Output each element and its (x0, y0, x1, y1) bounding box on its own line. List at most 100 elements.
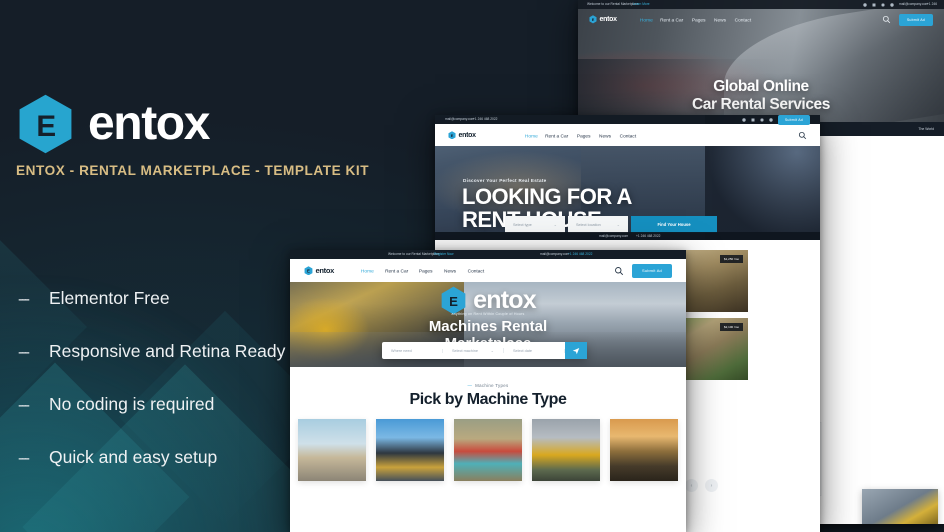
instagram-icon[interactable] (760, 118, 764, 122)
feature-item: --- Responsive and Retina Ready (18, 341, 285, 394)
car-topbar-welcome: Welcome to our Rental Marketplace (587, 2, 639, 7)
machines-header-overlay: Welcome to our Rental Marketplace Regist… (290, 250, 686, 282)
machines-search-button[interactable] (565, 342, 587, 359)
machines-nav-wordmark: entox (315, 266, 335, 275)
machines-topbar-phone[interactable]: +1 246 468 2022 (568, 253, 592, 257)
car-hero: Welcome to our Rental Marketplace Learn … (578, 0, 944, 122)
hexagon-e-logo-icon: E (448, 130, 456, 140)
carousel-prev-button[interactable]: ‹ (685, 479, 698, 492)
house-type-select[interactable]: Select type ⌄ (505, 216, 565, 233)
chevron-down-icon: ⌄ (553, 222, 557, 227)
pinterest-icon[interactable] (769, 117, 773, 122)
machines-nav-link-contact[interactable]: Contact (468, 268, 485, 274)
hexagon-e-logo-icon: E (589, 15, 597, 24)
pinterest-icon[interactable] (889, 2, 894, 7)
find-your-house-button[interactable]: Find Your House (631, 216, 717, 233)
machines-nav-logo[interactable]: E entox (304, 265, 335, 276)
feature-label: Elementor Free (49, 288, 170, 308)
car-navbar: E entox Home Rent a Car Pages News Conta… (578, 9, 944, 30)
feature-label: Quick and easy setup (49, 447, 218, 467)
car-topbar-email[interactable]: mail@company.com (899, 3, 928, 7)
feature-item: --- Quick and easy setup (18, 447, 285, 500)
car-topbar-phone[interactable]: +1 246 (927, 3, 937, 7)
machines-nav-link-pages[interactable]: Pages (419, 268, 433, 274)
house-hero-title-line1: LOOKING FOR A (462, 184, 632, 209)
machines-topbar-link[interactable]: Register Now (434, 253, 453, 257)
machine-type-card-backhoe[interactable] (610, 419, 678, 481)
house-nav-link-home[interactable]: Home (525, 132, 538, 138)
chevron-down-icon: ⌄ (490, 348, 494, 353)
house-footer-phone[interactable]: +1 246 468 2022 (636, 234, 660, 238)
machine-type-card-crane[interactable] (376, 419, 444, 481)
machines-topbar: Welcome to our Rental Marketplace Regist… (290, 250, 686, 259)
house-nav-link-rent[interactable]: Rent a Car (545, 132, 568, 138)
carousel-next-button[interactable]: › (705, 479, 718, 492)
feature-item: --- No coding is required (18, 394, 285, 447)
car-nav-link-contact[interactable]: Contact (735, 17, 752, 23)
machines-hero: Welcome to our Rental Marketplace Regist… (290, 250, 686, 367)
machines-where-input[interactable]: Where need (382, 348, 443, 353)
magnifier-icon[interactable] (882, 15, 891, 24)
house-nav-logo[interactable]: E entox (448, 130, 476, 140)
car-listings: Toyota Prius Auto $32/per Day Toyota Pri… (862, 489, 938, 524)
hexagon-e-logo-icon: E (441, 286, 466, 315)
magnifier-icon[interactable] (614, 266, 624, 276)
car-card[interactable]: Toyota Prius Auto $32/per Day (862, 489, 938, 524)
machines-nav-link-home[interactable]: Home (361, 268, 374, 274)
feature-dash-icon: --- (18, 397, 30, 414)
instagram-icon[interactable] (881, 3, 885, 7)
machines-date-select[interactable]: Select date (504, 348, 565, 353)
machine-types-kicker: — Machine Types (290, 383, 686, 388)
hexagon-e-logo-icon: E (304, 265, 313, 276)
feature-item: --- Elementor Free (18, 288, 285, 341)
house-submit-ad-button[interactable]: Submit Ad (777, 115, 810, 125)
house-topbar-email[interactable]: mail@company.com (445, 118, 474, 122)
feature-dash-icon: --- (18, 450, 30, 467)
car-nav-link-home[interactable]: Home (640, 17, 653, 23)
house-nav-link-pages[interactable]: Pages (577, 132, 591, 138)
machines-machine-select[interactable]: Select machine ⌄ (443, 348, 504, 353)
facebook-icon[interactable] (872, 3, 876, 7)
car-nav-link-pages[interactable]: Pages (692, 17, 706, 23)
car-topbar: Welcome to our Rental Marketplace Learn … (578, 0, 944, 9)
hexagon-e-logo-icon: E (17, 93, 74, 155)
machines-topbar-welcome: Welcome to our Rental Marketplace (388, 252, 440, 257)
machines-nav-link-news[interactable]: News (444, 268, 456, 274)
car-nav-link-rent[interactable]: Rent a Car (660, 17, 683, 23)
machine-type-card-bulldozer[interactable] (532, 419, 600, 481)
car-hero-title-line1: Global Online (713, 78, 809, 96)
machines-hero-logo: E entox (290, 286, 686, 315)
house-type-value: Select type (513, 222, 532, 227)
svg-text:E: E (451, 133, 454, 138)
car-topbar-link[interactable]: Learn More (633, 3, 650, 7)
twitter-icon[interactable] (862, 2, 867, 7)
machine-types-heading: Pick by Machine Type (409, 391, 567, 408)
property-carousel-nav: ‹ › (685, 479, 718, 492)
house-location-select[interactable]: Select location ⌄ (568, 216, 628, 233)
house-navbar: E entox Home Rent a Car Pages News Conta… (435, 124, 820, 146)
house-nav-link-contact[interactable]: Contact (620, 132, 637, 138)
machine-type-card-excavator[interactable] (454, 419, 522, 481)
car-nav-links: Home Rent a Car Pages News Contact (640, 17, 752, 23)
facebook-icon[interactable] (751, 118, 755, 122)
machine-type-card-loader[interactable] (298, 419, 366, 481)
car-nav-link-news[interactable]: News (714, 17, 726, 23)
chevron-down-icon: ⌄ (616, 222, 620, 227)
machines-nav-link-rent[interactable]: Rent a Car (385, 268, 408, 274)
house-location-value: Select location (576, 222, 601, 227)
kicker-dash-icon: — (467, 383, 473, 388)
house-nav-wordmark: entox (458, 131, 476, 139)
magnifier-icon[interactable] (798, 131, 807, 140)
car-header-overlay: Welcome to our Rental Marketplace Learn … (578, 0, 944, 30)
house-footer-email[interactable]: mail@company.com (599, 234, 628, 238)
house-hero-footer-strip: mail@company.com +1 246 468 2022 (435, 232, 820, 240)
house-nav-link-news[interactable]: News (599, 132, 611, 138)
twitter-icon[interactable] (742, 117, 746, 122)
feature-dash-icon: --- (18, 291, 30, 308)
car-submit-ad-button[interactable]: Submit Ad (898, 13, 933, 26)
machines-topbar-email[interactable]: mail@company.com (540, 253, 569, 257)
house-topbar-phone[interactable]: +1 246 468 2022 (473, 118, 497, 122)
car-nav-logo[interactable]: E entox (589, 15, 617, 24)
left-info-panel: E entox ENTOX - RENTAL MARKETPLACE - TEM… (0, 0, 369, 532)
machines-submit-ad-button[interactable]: Submit Ad (631, 263, 672, 278)
